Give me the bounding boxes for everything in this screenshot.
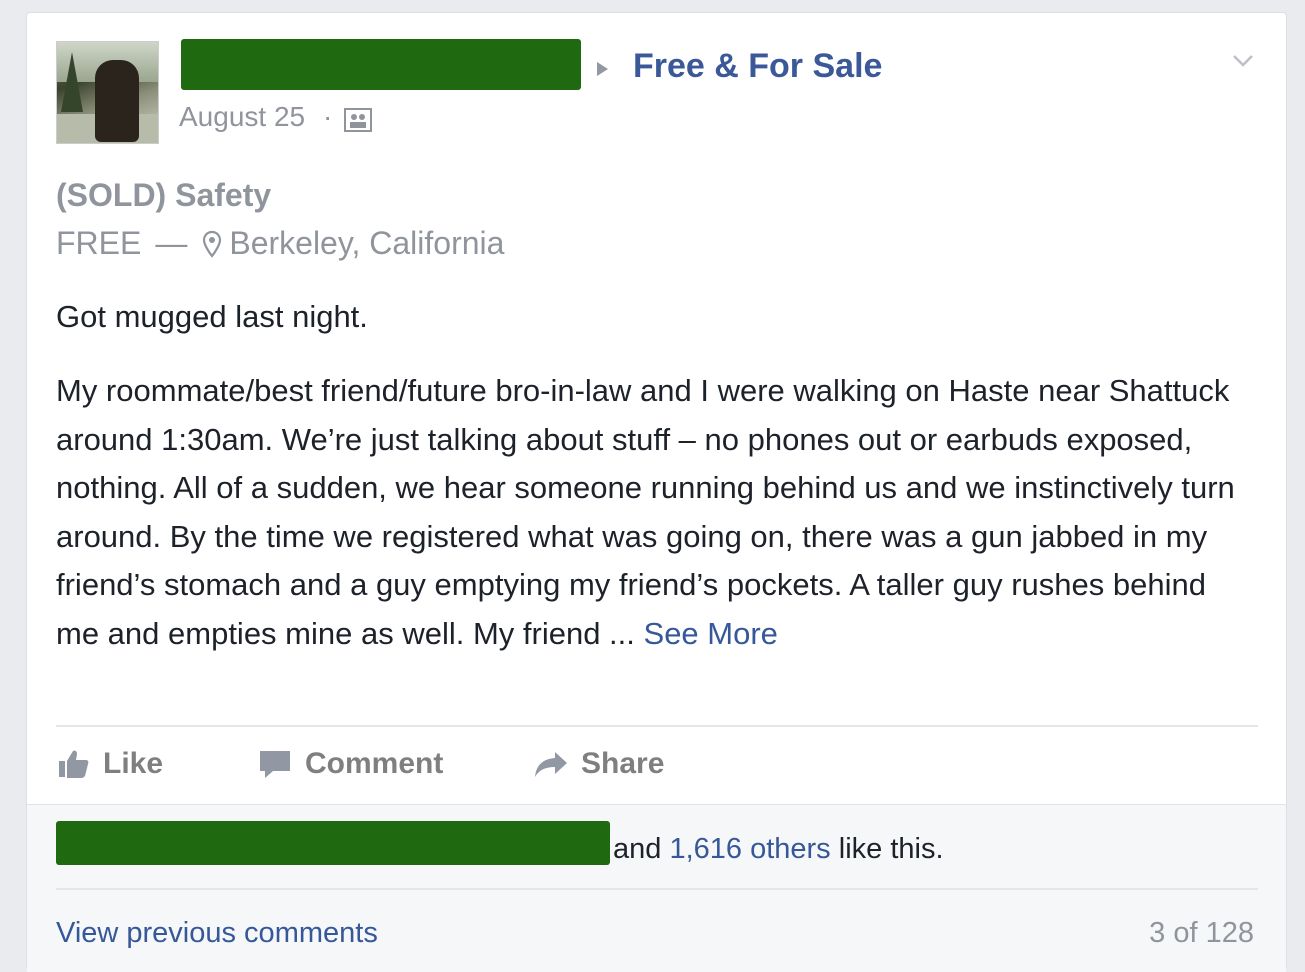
listing-meta: FREE — Berkeley, California — [56, 225, 504, 262]
post-first-line: Got mugged last night. — [56, 299, 368, 334]
listing-location[interactable]: Berkeley, California — [229, 225, 504, 262]
chevron-down-icon[interactable] — [1231, 49, 1255, 73]
location-pin-icon — [203, 230, 222, 258]
share-button[interactable]: Share — [533, 747, 664, 781]
post-card: Free & For Sale August 25 · (SOLD) Safet… — [26, 12, 1287, 972]
date-separator: · — [323, 101, 333, 132]
likes-summary: and 1,616 others like this. — [613, 833, 944, 866]
comment-pager: 3 of 128 — [1149, 917, 1254, 949]
see-more-link[interactable]: See More — [644, 616, 778, 651]
likes-others-link[interactable]: 1,616 others — [669, 833, 830, 865]
share-arrow-icon — [535, 752, 567, 777]
avatar[interactable] — [56, 41, 159, 144]
listing-price: FREE — [56, 225, 142, 261]
thumbs-up-icon — [59, 750, 89, 778]
post-date[interactable]: August 25 — [179, 101, 305, 133]
privacy-icon[interactable] — [343, 107, 373, 133]
likes-suffix: like this. — [838, 833, 944, 865]
view-previous-comments-link[interactable]: View previous comments — [56, 917, 378, 950]
group-link[interactable]: Free & For Sale — [633, 47, 882, 86]
redacted-likers — [56, 821, 610, 865]
post-body-text: My roommate/best friend/future bro-in-la… — [56, 373, 1235, 651]
comment-icon — [260, 751, 290, 778]
like-label: Like — [103, 747, 164, 780]
divider — [56, 725, 1258, 727]
comment-button[interactable]: Comment — [257, 747, 443, 781]
likes-prefix: and — [613, 833, 662, 865]
comment-label: Comment — [305, 747, 444, 780]
triangle-arrow-icon — [597, 62, 608, 76]
share-label: Share — [581, 747, 665, 780]
price-dash: — — [155, 225, 188, 261]
redacted-author-name — [181, 39, 581, 90]
like-button[interactable]: Like — [57, 747, 163, 781]
listing-title: (SOLD) Safety — [56, 177, 272, 213]
divider — [56, 888, 1258, 890]
post-body: My roommate/best friend/future bro-in-la… — [56, 367, 1236, 658]
